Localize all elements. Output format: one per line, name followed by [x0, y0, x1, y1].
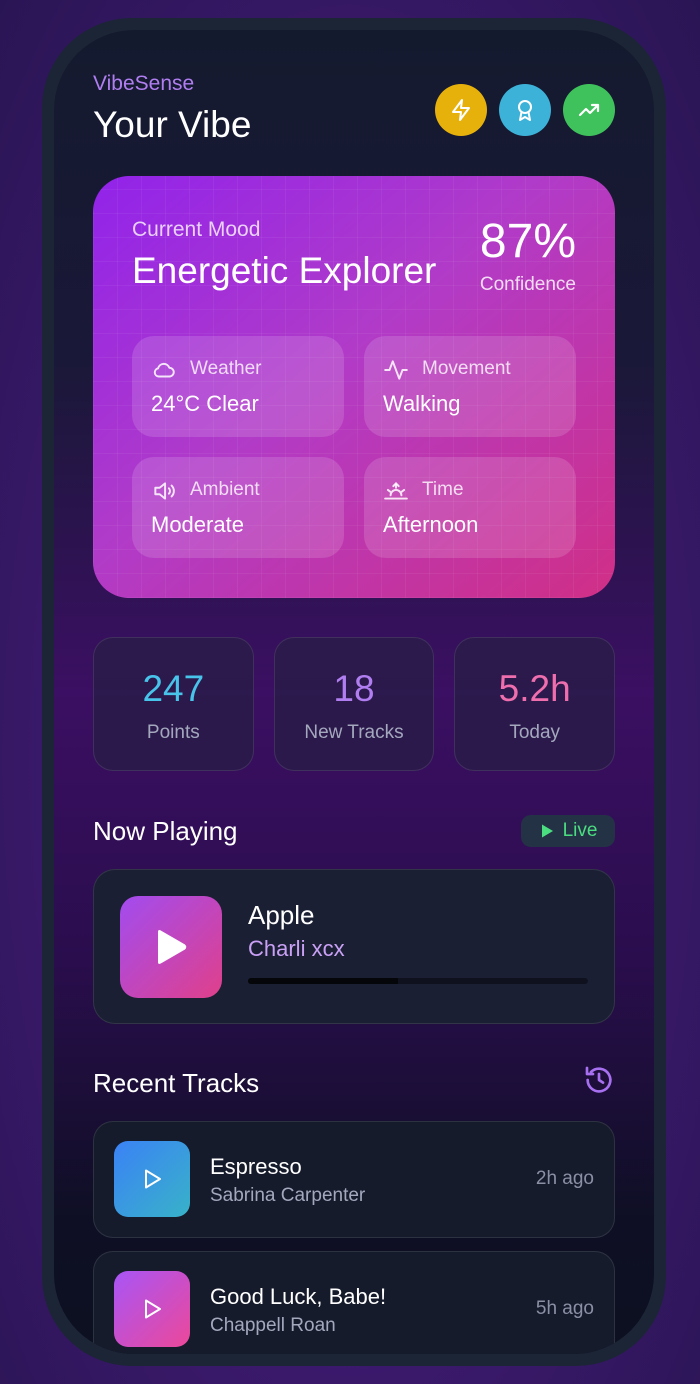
tile-value: 24°C Clear [151, 391, 259, 416]
list-item[interactable]: Espresso Sabrina Carpenter 2h ago [93, 1121, 615, 1238]
energy-button[interactable] [435, 84, 487, 136]
list-item[interactable]: Good Luck, Babe! Chappell Roan 5h ago [93, 1251, 615, 1354]
live-label: Live [562, 820, 598, 841]
stat-label: New Tracks [304, 722, 404, 743]
confidence-value: 87% [479, 215, 576, 268]
achievements-button[interactable] [499, 84, 551, 136]
stat-today: 5.2h Today [454, 637, 615, 771]
live-badge[interactable]: Live [521, 815, 615, 847]
progress-fill [248, 978, 398, 984]
lightning-icon [452, 99, 470, 121]
now-playing-title: Now Playing [93, 816, 238, 846]
weather-tile: Weather 24°C Clear [132, 336, 344, 437]
activity-icon [384, 360, 408, 380]
sunrise-icon [384, 482, 408, 500]
stats-row: 247 Points 18 New Tracks 5.2h Today [93, 637, 615, 771]
track-play-button[interactable] [114, 1271, 190, 1347]
play-icon [145, 1169, 161, 1189]
trends-button[interactable] [563, 84, 615, 136]
history-icon[interactable] [583, 1064, 615, 1096]
now-playing-card[interactable]: Apple Charli xcx [93, 869, 615, 1024]
cloud-icon [153, 362, 175, 378]
tile-value: Walking [383, 391, 461, 416]
now-playing-song: Apple [248, 900, 315, 930]
stat-value: 18 [333, 668, 375, 709]
brand-name: VibeSense [93, 72, 195, 95]
play-icon [541, 824, 553, 838]
play-icon [145, 1299, 161, 1319]
screen: VibeSense Your Vibe Current Mood Energet… [54, 30, 654, 1354]
speaker-icon [154, 482, 175, 500]
time-tile: Time Afternoon [364, 457, 576, 558]
now-playing-artist: Charli xcx [248, 936, 345, 961]
stat-value: 247 [142, 668, 205, 709]
play-icon [158, 930, 187, 964]
track-song: Espresso [210, 1154, 302, 1179]
header: VibeSense Your Vibe [93, 70, 615, 150]
track-artist: Sabrina Carpenter [210, 1185, 366, 1206]
ambient-tile: Ambient Moderate [132, 457, 344, 558]
mood-name: Energetic Explorer [132, 250, 437, 291]
stat-label: Points [146, 722, 200, 743]
track-time-ago: 2h ago [535, 1168, 594, 1189]
tile-label: Time [422, 479, 464, 500]
stat-points: 247 Points [93, 637, 254, 771]
movement-tile: Movement Walking [364, 336, 576, 437]
award-icon [518, 100, 532, 121]
mood-card: Current Mood Energetic Explorer 87% Conf… [93, 176, 615, 598]
stat-new-tracks: 18 New Tracks [273, 637, 435, 771]
page-title: Your Vibe [93, 104, 252, 145]
stat-label: Today [509, 722, 561, 743]
confidence-label: Confidence [479, 274, 576, 295]
tile-value: Afternoon [383, 512, 479, 537]
track-song: Good Luck, Babe! [210, 1284, 387, 1309]
track-artist: Chappell Roan [210, 1315, 336, 1336]
mood-label: Current Mood [132, 218, 261, 241]
tile-label: Movement [422, 358, 511, 379]
stat-value: 5.2h [498, 668, 571, 709]
tile-label: Ambient [190, 479, 260, 500]
now-playing-play-button[interactable] [120, 896, 222, 998]
tile-value: Moderate [151, 512, 244, 537]
track-time-ago: 5h ago [535, 1298, 594, 1319]
recent-tracks-title: Recent Tracks [93, 1068, 260, 1098]
progress-bar[interactable] [248, 978, 588, 984]
track-play-button[interactable] [114, 1141, 190, 1217]
tile-label: Weather [190, 358, 262, 379]
trending-up-icon [578, 103, 600, 117]
